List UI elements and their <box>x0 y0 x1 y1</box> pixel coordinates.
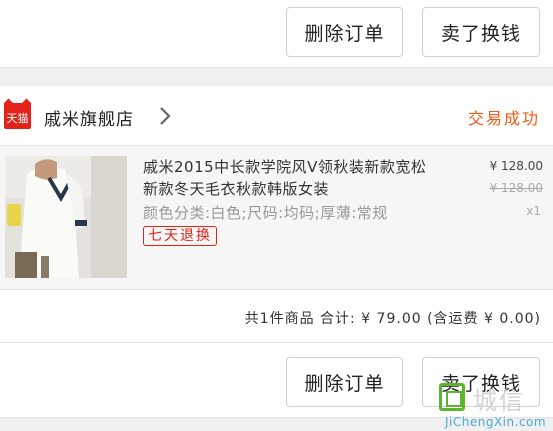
watermark-text: 城信 <box>473 387 525 415</box>
order-status: 交易成功 <box>467 109 540 128</box>
product-price: ¥ 128.00 <box>489 159 543 173</box>
previous-order-actions: 删除订单 卖了换钱 <box>0 0 553 68</box>
store-name[interactable]: 戚米旗舰店 <box>44 105 134 130</box>
original-price: ¥ 128.00 <box>489 181 543 195</box>
order-list-page: 删除订单 卖了换钱 天猫 戚米旗舰店 交易成功 戚米2015中长款学院风V领秋装… <box>0 0 553 431</box>
store-header[interactable]: 天猫 戚米旗舰店 交易成功 <box>0 86 553 146</box>
watermark-logo-icon <box>439 383 465 411</box>
chevron-right-icon[interactable] <box>158 106 172 126</box>
delete-order-button[interactable]: 删除订单 <box>286 7 403 57</box>
seven-day-return-badge: 七天退换 <box>143 226 217 246</box>
order-summary: 共1件商品 合计: ¥ 79.00 (含运费 ¥ 0.00) <box>0 290 553 342</box>
product-thumbnail[interactable] <box>5 156 127 278</box>
product-sku: 颜色分类:白色;尺码:均码;厚薄:常规 <box>143 204 388 222</box>
product-quantity: x1 <box>526 204 541 218</box>
order-total-text: 共1件商品 合计: ¥ 79.00 (含运费 ¥ 0.00) <box>244 311 541 327</box>
site-watermark: 城信 JiChengXin.com <box>435 381 553 431</box>
tmall-logo-text: 天猫 <box>6 112 29 125</box>
section-divider <box>0 68 553 86</box>
delete-order-button[interactable]: 删除订单 <box>286 357 403 407</box>
order-item[interactable]: 戚米2015中长款学院风V领秋装新款宽松新款冬天毛衣秋款韩版女装 颜色分类:白色… <box>0 146 553 290</box>
product-title[interactable]: 戚米2015中长款学院风V领秋装新款宽松新款冬天毛衣秋款韩版女装 <box>143 156 438 200</box>
tmall-logo: 天猫 <box>3 98 32 129</box>
sell-for-cash-button[interactable]: 卖了换钱 <box>422 7 540 57</box>
watermark-url: JiChengXin.com <box>445 415 547 429</box>
